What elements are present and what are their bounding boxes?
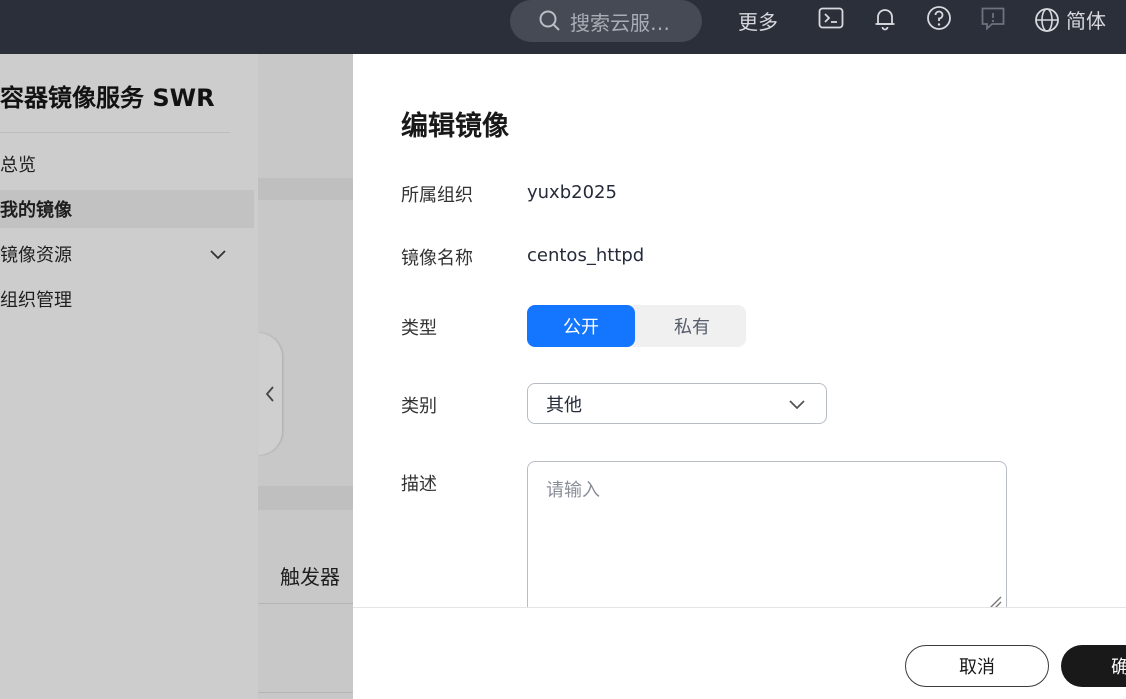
cancel-button[interactable]: 取消: [905, 645, 1049, 687]
confirm-button[interactable]: 确: [1061, 645, 1126, 687]
name-label: 镜像名称: [401, 248, 473, 269]
globe-icon: [1035, 7, 1059, 32]
search-icon: [539, 10, 560, 31]
bg-divider: [258, 603, 353, 604]
dialog-title: 编辑镜像: [401, 111, 509, 142]
type-private-option[interactable]: 私有: [638, 305, 746, 347]
sidebar-item-image-resources[interactable]: 镜像资源: [0, 235, 254, 273]
dialog-footer: 取消 确: [353, 607, 1126, 699]
chevron-left-icon: [265, 386, 274, 402]
sidebar: 容器镜像服务 SWR 总览 我的镜像 镜像资源 组织管理: [0, 54, 258, 699]
type-label: 类型: [401, 318, 437, 339]
top-bar: 搜索云服… 更多 简体: [0, 0, 1126, 54]
chevron-down-icon: [210, 250, 226, 260]
service-title: 容器镜像服务 SWR: [0, 84, 215, 112]
type-segmented-control: 公开 私有: [527, 305, 746, 347]
terminal-icon[interactable]: [818, 5, 844, 31]
language-label: 简体: [1066, 9, 1106, 33]
search-box[interactable]: 搜索云服…: [510, 0, 702, 42]
sidebar-collapse-button[interactable]: [258, 333, 282, 455]
org-label: 所属组织: [401, 185, 473, 206]
sidebar-item-label: 镜像资源: [0, 245, 72, 266]
sidebar-item-overview[interactable]: 总览: [0, 145, 254, 183]
description-input[interactable]: 请输入: [527, 461, 1007, 609]
type-public-option[interactable]: 公开: [527, 305, 635, 347]
feedback-icon[interactable]: [980, 5, 1006, 31]
help-icon[interactable]: [926, 5, 952, 31]
name-value: centos_httpd: [527, 245, 645, 266]
description-label: 描述: [401, 474, 437, 495]
sidebar-item-my-images[interactable]: 我的镜像: [0, 190, 254, 228]
language-switch[interactable]: 简体: [1034, 5, 1106, 34]
chevron-down-icon: [789, 400, 805, 410]
sidebar-item-org-management[interactable]: 组织管理: [0, 280, 254, 318]
org-value: yuxb2025: [527, 182, 617, 203]
description-placeholder: 请输入: [546, 480, 600, 501]
category-value: 其他: [546, 394, 582, 416]
category-label: 类别: [401, 396, 437, 417]
category-select[interactable]: 其他: [527, 383, 827, 424]
bell-icon[interactable]: [872, 5, 898, 31]
search-placeholder: 搜索云服…: [570, 10, 670, 35]
more-menu[interactable]: 更多: [738, 6, 778, 35]
bg-band: [258, 178, 353, 200]
bg-trigger-column: 触发器: [280, 565, 340, 589]
bg-divider: [258, 692, 353, 693]
sidebar-divider: [0, 132, 230, 133]
bg-band: [258, 486, 353, 510]
edit-image-drawer: 编辑镜像 所属组织 yuxb2025 镜像名称 centos_httpd 类型 …: [353, 54, 1126, 699]
